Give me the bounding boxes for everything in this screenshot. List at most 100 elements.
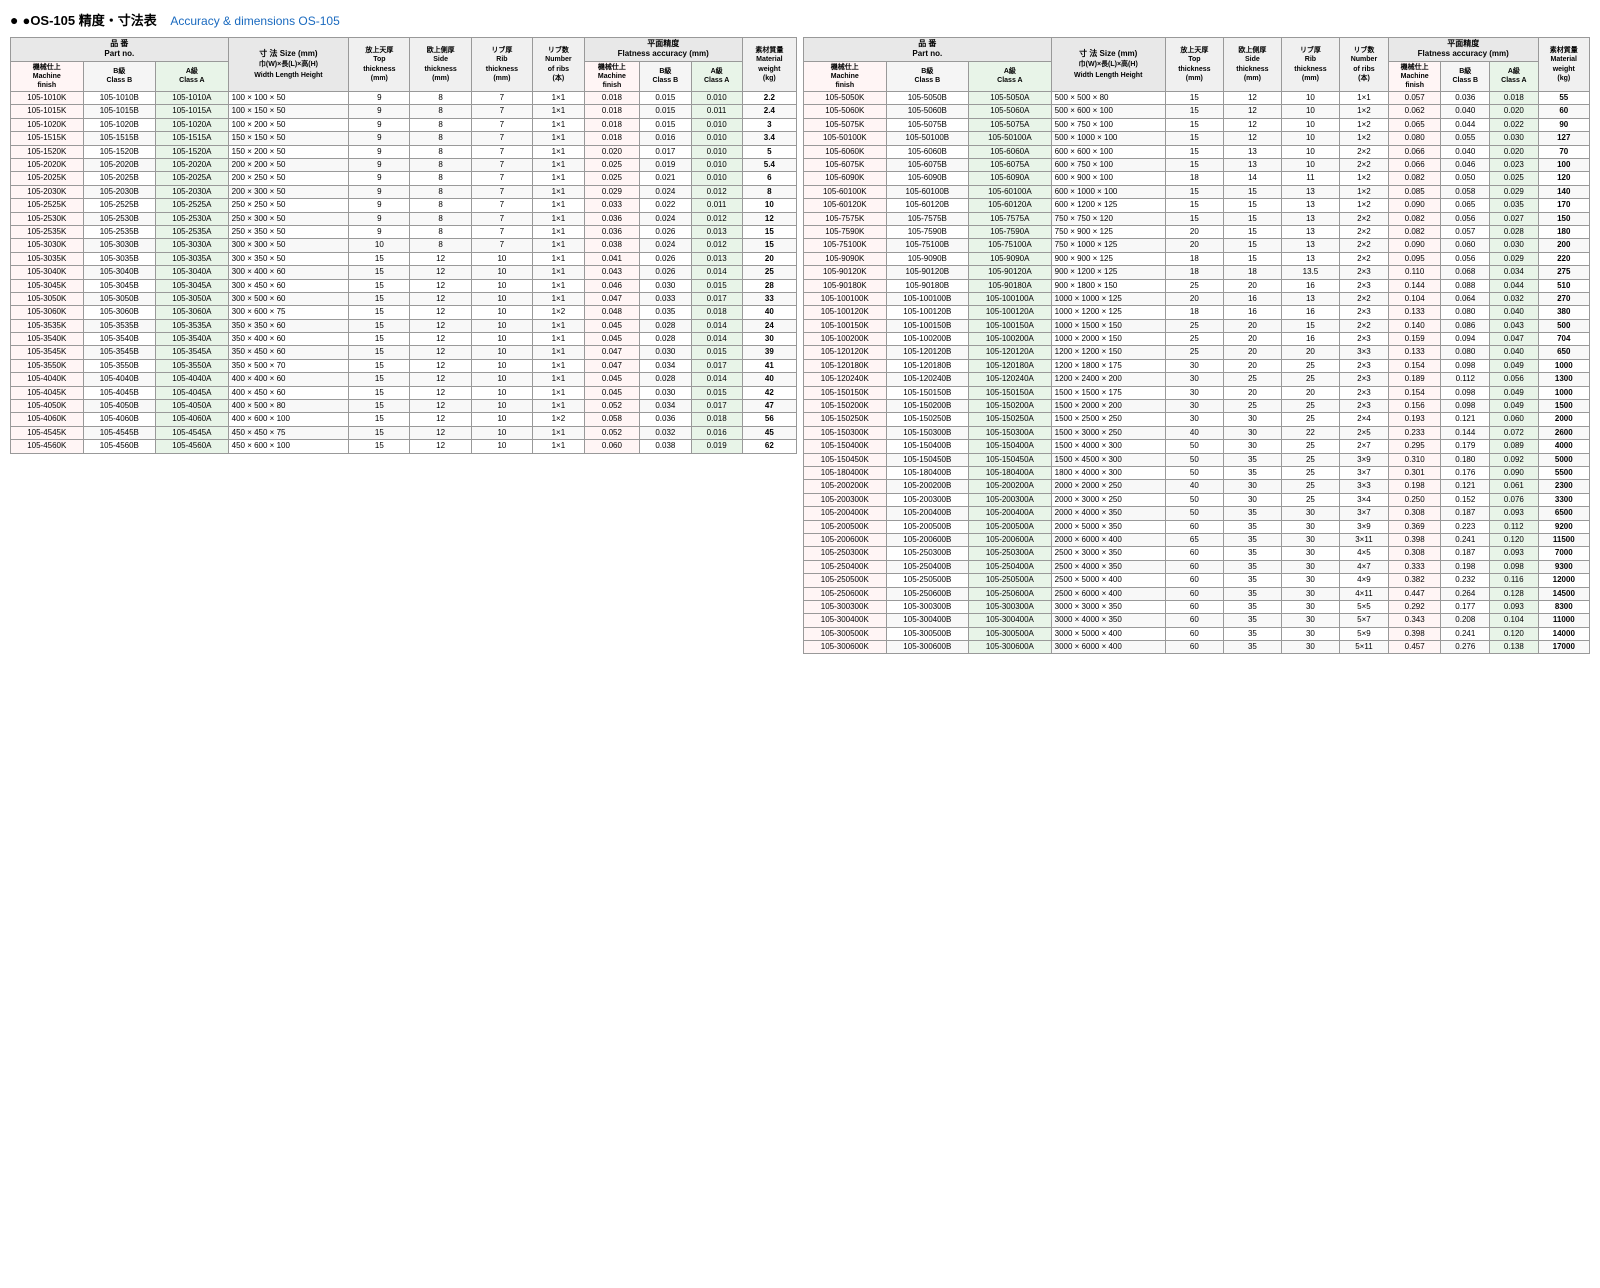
- table-cell: 12: [742, 212, 796, 225]
- table-cell: 105-90120K: [804, 266, 887, 279]
- table-cell: 105-3060A: [156, 306, 229, 319]
- table-cell: 0.020: [1490, 145, 1538, 158]
- table-cell: 30: [1223, 426, 1281, 439]
- table-cell: 900 × 900 × 125: [1051, 252, 1165, 265]
- table-cell: 0.090: [1388, 239, 1440, 252]
- table-cell: 12: [410, 386, 471, 399]
- table-row: 105-4060K105-4060B105-4060A400 × 600 × 1…: [11, 413, 797, 426]
- table-cell: 7: [471, 132, 532, 145]
- table-cell: 0.250: [1388, 493, 1440, 506]
- table-cell: 105-6075A: [969, 159, 1052, 172]
- table-cell: 2500 × 3000 × 350: [1051, 547, 1165, 560]
- table-row: 105-180400K105-180400B105-180400A1800 × …: [804, 467, 1590, 480]
- table-cell: 105-3535A: [156, 319, 229, 332]
- table-cell: 0.044: [1441, 118, 1490, 131]
- table-cell: 1500: [1538, 400, 1589, 413]
- table-cell: 16: [1281, 279, 1339, 292]
- table-cell: 0.398: [1388, 533, 1440, 546]
- table-cell: 0.040: [1490, 306, 1538, 319]
- table-cell: 1×2: [1339, 199, 1388, 212]
- table-cell: 9: [349, 132, 410, 145]
- table-cell: 7: [471, 118, 532, 131]
- table-cell: 35: [1223, 507, 1281, 520]
- table-cell: 105-150150A: [969, 386, 1052, 399]
- table-cell: 105-1015A: [156, 105, 229, 118]
- table-cell: 105-2020K: [11, 159, 84, 172]
- table-cell: 105-2535B: [83, 225, 156, 238]
- table-cell: 0.030: [640, 279, 692, 292]
- table-cell: 105-5075A: [969, 118, 1052, 131]
- table-cell: 0.128: [1490, 587, 1538, 600]
- table-cell: 12: [1223, 132, 1281, 145]
- table-cell: 0.060: [1490, 413, 1538, 426]
- table-row: 105-60120K105-60120B105-60120A600 × 1200…: [804, 199, 1590, 212]
- flat-a-sub: A級Class A: [691, 61, 742, 91]
- table-cell: 20: [1165, 225, 1223, 238]
- table-cell: 105-250300A: [969, 547, 1052, 560]
- table-cell: 60: [1165, 641, 1223, 654]
- table-cell: 0.011: [691, 199, 742, 212]
- left-table: 品 番Part no. 寸 法 Size (mm)巾(W)×長(L)×高(H)W…: [10, 37, 797, 454]
- table-cell: 35: [1223, 641, 1281, 654]
- table-row: 105-250600K105-250600B105-250600A2500 × …: [804, 587, 1590, 600]
- table-cell: 30: [1281, 533, 1339, 546]
- table-cell: 105-200500B: [886, 520, 969, 533]
- table-cell: 35: [1223, 560, 1281, 573]
- table-cell: 25: [742, 266, 796, 279]
- table-cell: 2×2: [1339, 252, 1388, 265]
- table-cell: 0.046: [584, 279, 639, 292]
- page-title: ●●OS-105 精度・寸法表 Accuracy & dimensions OS…: [10, 10, 1590, 29]
- table-cell: 105-300400B: [886, 614, 969, 627]
- table-cell: 0.089: [1490, 440, 1538, 453]
- table-row: 105-5075K105-5075B105-5075A500 × 750 × 1…: [804, 118, 1590, 131]
- table-cell: 100: [1538, 159, 1589, 172]
- table-cell: 105-150450B: [886, 453, 969, 466]
- table-cell: 20: [1223, 386, 1281, 399]
- table-cell: 35: [1223, 614, 1281, 627]
- table-cell: 1×1: [533, 92, 585, 105]
- table-cell: 105-150400K: [804, 440, 887, 453]
- table-cell: 10: [1281, 92, 1339, 105]
- flat-b-sub-r: B級Class B: [1441, 61, 1490, 91]
- table-cell: 500: [1538, 319, 1589, 332]
- table-cell: 0.093: [1490, 600, 1538, 613]
- table-cell: 105-300300B: [886, 600, 969, 613]
- table-cell: 105-150200B: [886, 400, 969, 413]
- table-cell: 14000: [1538, 627, 1589, 640]
- table-cell: 13: [1281, 225, 1339, 238]
- flat-a-sub-r: A級Class A: [1490, 61, 1538, 91]
- table-cell: 9: [349, 185, 410, 198]
- table-cell: 7: [471, 199, 532, 212]
- table-cell: 0.015: [640, 105, 692, 118]
- table-cell: 0.082: [1388, 172, 1440, 185]
- table-cell: 105-300300K: [804, 600, 887, 613]
- table-cell: 105-3035K: [11, 252, 84, 265]
- table-cell: 1×1: [533, 199, 585, 212]
- table-cell: 105-4560K: [11, 440, 84, 453]
- table-row: 105-300500K105-300500B105-300500A3000 × …: [804, 627, 1590, 640]
- table-cell: 0.060: [1441, 239, 1490, 252]
- table-row: 105-200600K105-200600B105-200600A2000 × …: [804, 533, 1590, 546]
- table-cell: 750 × 1000 × 125: [1051, 239, 1165, 252]
- table-cell: 0.104: [1490, 614, 1538, 627]
- table-cell: 105-2030B: [83, 185, 156, 198]
- table-cell: 16: [1281, 333, 1339, 346]
- table-cell: 1200 × 1800 × 175: [1051, 359, 1165, 372]
- table-cell: 0.112: [1441, 373, 1490, 386]
- table-cell: 105-2525B: [83, 199, 156, 212]
- table-cell: 0.020: [584, 145, 639, 158]
- table-cell: 105-150400B: [886, 440, 969, 453]
- table-cell: 60: [1165, 560, 1223, 573]
- table-cell: 500 × 1000 × 100: [1051, 132, 1165, 145]
- side-thick-header: 欧上側厚Sidethickness(mm): [410, 38, 471, 92]
- table-cell: 12: [410, 359, 471, 372]
- table-cell: 105-250600B: [886, 587, 969, 600]
- table-cell: 105-3550B: [83, 359, 156, 372]
- table-cell: 0.140: [1388, 319, 1440, 332]
- table-cell: 105-2030K: [11, 185, 84, 198]
- table-cell: 105-250400B: [886, 560, 969, 573]
- table-cell: 105-60120A: [969, 199, 1052, 212]
- table-cell: 7: [471, 159, 532, 172]
- table-cell: 750 × 750 × 120: [1051, 212, 1165, 225]
- table-row: 105-4560K105-4560B105-4560A450 × 600 × 1…: [11, 440, 797, 453]
